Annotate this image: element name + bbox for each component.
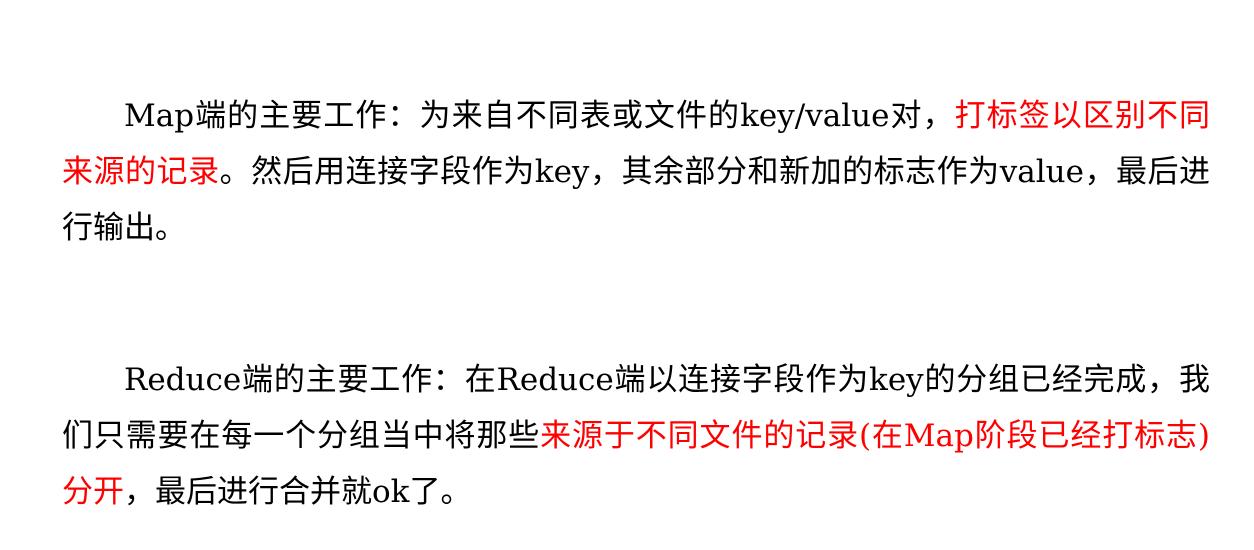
- map-side-outro-text: 。然后用连接字段作为key，其余部分和新加的标志作为value，最后进行输出。: [62, 154, 1211, 246]
- paragraph-reduce-side: Reduce端的主要工作：在Reduce端以连接字段作为key的分组已经完成，我…: [62, 352, 1210, 520]
- paragraph-map-side: Map端的主要工作：为来自不同表或文件的key/value对，打标签以区别不同来…: [62, 88, 1210, 256]
- reduce-side-outro-text: ，最后进行合并就ok了。: [124, 474, 472, 510]
- map-side-intro-text: Map端的主要工作：为来自不同表或文件的key/value对，: [124, 98, 955, 134]
- document-body: Map端的主要工作：为来自不同表或文件的key/value对，打标签以区别不同来…: [62, 88, 1210, 520]
